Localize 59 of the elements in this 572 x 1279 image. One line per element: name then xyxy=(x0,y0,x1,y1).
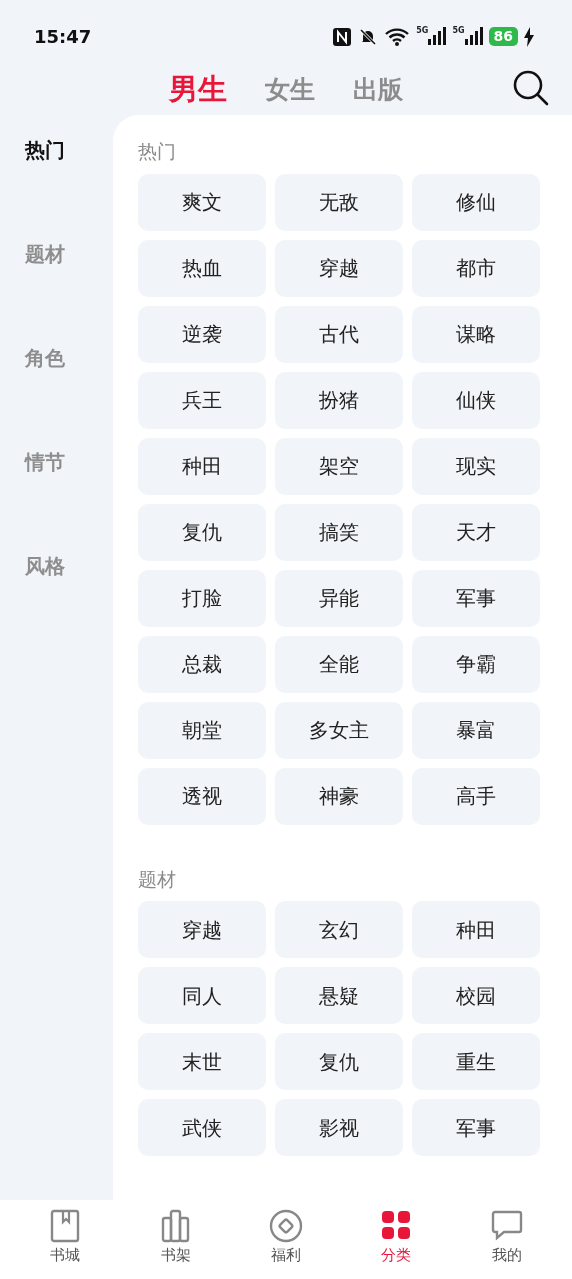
tag-button[interactable]: 校园 xyxy=(412,967,540,1024)
nav-tab[interactable]: 福利 xyxy=(240,1208,331,1279)
tag-button[interactable]: 末世 xyxy=(138,1033,266,1090)
coin-icon xyxy=(268,1208,303,1244)
charging-icon xyxy=(524,26,534,47)
tag-button[interactable]: 天才 xyxy=(412,503,540,561)
tag-button[interactable]: 现实 xyxy=(412,437,540,495)
tag-button[interactable]: 搞笑 xyxy=(275,503,403,561)
tag-button[interactable]: 种田 xyxy=(138,437,266,495)
tag-button[interactable]: 玄幻 xyxy=(275,901,403,958)
status-time: 15:47 xyxy=(34,25,92,49)
tag-button[interactable]: 影视 xyxy=(275,1099,403,1156)
tag-button[interactable]: 神豪 xyxy=(275,767,403,825)
tag-button[interactable]: 穿越 xyxy=(138,901,266,958)
tag-button[interactable]: 军事 xyxy=(412,569,540,627)
wifi-icon xyxy=(384,26,411,47)
tag-button[interactable]: 多女主 xyxy=(275,701,403,759)
sidebar-item[interactable]: 热门 xyxy=(0,135,113,239)
tag-button[interactable]: 仙侠 xyxy=(412,371,540,429)
tag-button[interactable]: 谋略 xyxy=(412,305,540,363)
tag-button[interactable]: 朝堂 xyxy=(138,701,266,759)
tag-button[interactable]: 扮猪 xyxy=(275,371,403,429)
section-title: 热门 xyxy=(138,139,177,164)
tag-button[interactable]: 古代 xyxy=(275,305,403,363)
tag-button[interactable]: 复仇 xyxy=(138,503,266,561)
tag-button[interactable]: 异能 xyxy=(275,569,403,627)
tag-button[interactable]: 逆袭 xyxy=(138,305,266,363)
nfc-icon xyxy=(332,26,353,47)
battery-level: 86 xyxy=(488,27,518,46)
search-icon[interactable] xyxy=(512,69,550,107)
tab[interactable]: 男生 xyxy=(169,68,227,112)
nav-tab[interactable]: 书城 xyxy=(20,1208,111,1279)
tag-button[interactable]: 武侠 xyxy=(138,1099,266,1156)
tag-button[interactable]: 修仙 xyxy=(412,173,540,231)
tag-button[interactable]: 全能 xyxy=(275,635,403,693)
tag-button[interactable]: 架空 xyxy=(275,437,403,495)
tag-button[interactable]: 重生 xyxy=(412,1033,540,1090)
tag-button[interactable]: 争霸 xyxy=(412,635,540,693)
tag-button[interactable]: 打脸 xyxy=(138,569,266,627)
tag-button[interactable]: 爽文 xyxy=(138,173,266,231)
tag-button[interactable]: 透视 xyxy=(138,767,266,825)
tag-button[interactable]: 复仇 xyxy=(275,1033,403,1090)
tag-button[interactable]: 悬疑 xyxy=(275,967,403,1024)
nav-tab[interactable]: 我的 xyxy=(461,1208,552,1279)
tag-button[interactable]: 军事 xyxy=(412,1099,540,1156)
tag-button[interactable]: 暴富 xyxy=(412,701,540,759)
tag-button[interactable]: 总裁 xyxy=(138,635,266,693)
tag-button[interactable]: 同人 xyxy=(138,967,266,1024)
tag-button[interactable]: 穿越 xyxy=(275,239,403,297)
nav-tab[interactable]: 分类 xyxy=(351,1208,442,1279)
section-title: 题材 xyxy=(138,866,177,892)
nav-tab[interactable]: 书架 xyxy=(130,1208,221,1279)
tag-button[interactable]: 都市 xyxy=(412,239,540,297)
tag-button[interactable]: 热血 xyxy=(138,239,266,297)
tag-button[interactable]: 种田 xyxy=(412,901,540,958)
bell-muted-icon xyxy=(358,26,379,47)
tag-button[interactable]: 无敌 xyxy=(275,173,403,231)
tag-button[interactable]: 高手 xyxy=(412,767,540,825)
tag-button[interactable]: 兵王 xyxy=(138,371,266,429)
